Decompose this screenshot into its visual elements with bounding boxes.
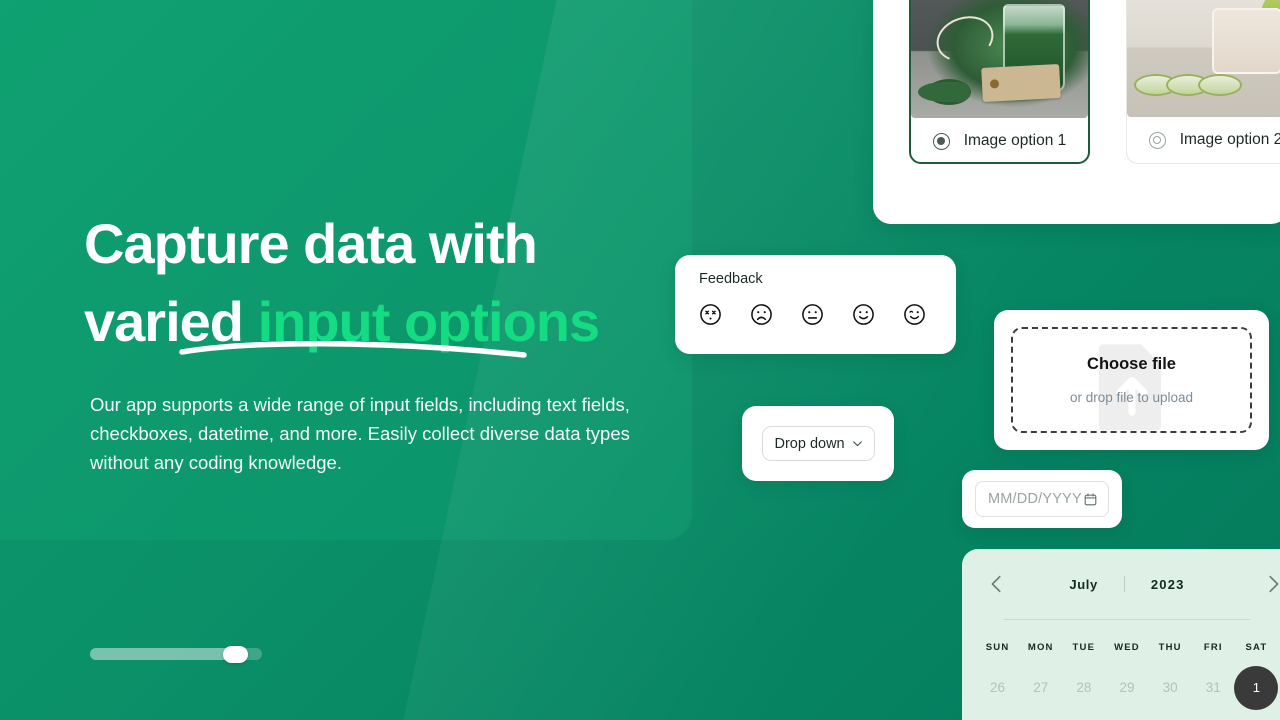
calendar-weekday: THU bbox=[1158, 642, 1182, 653]
chevron-left-icon[interactable] bbox=[986, 573, 1008, 595]
upload-file-icon bbox=[1098, 344, 1161, 431]
feedback-card: Feedback bbox=[675, 255, 956, 354]
image-option-2-thumbnail bbox=[1127, 0, 1280, 117]
hero-section: Capture data with varied input options O… bbox=[84, 205, 684, 473]
page-title: Capture data with varied input options bbox=[84, 205, 684, 361]
calendar-year-label[interactable]: 2023 bbox=[1151, 577, 1185, 592]
slider-fill bbox=[90, 648, 232, 660]
aloe-slice-decor bbox=[1197, 74, 1242, 97]
radio-icon[interactable] bbox=[932, 132, 950, 150]
radio-icon[interactable] bbox=[1148, 131, 1166, 149]
calendar-day[interactable]: 30 bbox=[1149, 680, 1192, 695]
calendar-day[interactable]: 28 bbox=[1062, 680, 1105, 695]
file-drop-zone[interactable]: Choose file or drop file to upload bbox=[1011, 327, 1252, 433]
calendar-day[interactable]: 27 bbox=[1019, 680, 1062, 695]
choose-file-label[interactable]: Choose file bbox=[1087, 355, 1176, 374]
image-option-2-label: Image option 2 bbox=[1179, 131, 1280, 148]
image-option-1-thumbnail bbox=[911, 0, 1088, 118]
calendar-weekday-row: SUN MON TUE WED THU FRI SAT bbox=[962, 642, 1280, 653]
image-options-card: Image option 1 Image option 2 bbox=[873, 0, 1280, 224]
string-decor bbox=[930, 8, 1000, 69]
dead-face-icon[interactable] bbox=[699, 303, 722, 326]
radio-dot-icon bbox=[937, 137, 946, 145]
calendar-day[interactable]: 26 bbox=[976, 680, 1019, 695]
chevron-down-icon[interactable] bbox=[851, 437, 864, 450]
sad-face-icon[interactable] bbox=[750, 303, 773, 326]
calendar-weekday: WED bbox=[1114, 642, 1140, 653]
calendar-day[interactable]: 29 bbox=[1105, 680, 1148, 695]
calendar-day-row: 26 27 28 29 30 31 1 bbox=[962, 665, 1280, 710]
calendar-header: July 2023 bbox=[962, 549, 1280, 619]
calendar-divider bbox=[1004, 619, 1250, 620]
calendar-weekday: SAT bbox=[1245, 642, 1268, 653]
calendar-widget: July 2023 SUN MON TUE WED THU FRI SAT 26… bbox=[962, 549, 1280, 720]
date-input-placeholder: MM/DD/YYYY bbox=[988, 491, 1082, 507]
radio-dot-icon bbox=[1153, 136, 1162, 144]
date-input-card: MM/DD/YYYY bbox=[962, 470, 1122, 528]
spirulina-tag-decor bbox=[980, 63, 1061, 103]
cream-jar-image bbox=[1211, 7, 1280, 74]
file-upload-card: Choose file or drop file to upload bbox=[994, 310, 1269, 450]
calendar-day[interactable]: 31 bbox=[1192, 680, 1235, 695]
image-option-1[interactable]: Image option 1 bbox=[909, 0, 1090, 164]
headline-line-2-plain: varied bbox=[84, 290, 258, 353]
date-input[interactable]: MM/DD/YYYY bbox=[975, 481, 1109, 517]
calendar-weekday: TUE bbox=[1072, 642, 1096, 653]
dropdown-select[interactable]: Drop down bbox=[761, 426, 875, 461]
image-option-1-label: Image option 1 bbox=[963, 132, 1067, 149]
calendar-weekday: FRI bbox=[1203, 642, 1223, 653]
spoon-decor bbox=[918, 81, 971, 102]
calendar-separator bbox=[1123, 576, 1125, 592]
image-option-2[interactable]: Image option 2 bbox=[1126, 0, 1280, 164]
dropdown-label: Drop down bbox=[774, 435, 845, 452]
hero-body-text: Our app supports a wide range of input f… bbox=[90, 394, 630, 473]
smile-face-icon[interactable] bbox=[852, 303, 875, 326]
calendar-icon[interactable] bbox=[1083, 492, 1098, 507]
range-slider[interactable] bbox=[90, 646, 262, 663]
page-root: Capture data with varied input options O… bbox=[0, 0, 1280, 720]
feedback-title: Feedback bbox=[699, 271, 763, 287]
slider-thumb[interactable] bbox=[223, 646, 248, 663]
neutral-face-icon[interactable] bbox=[801, 303, 824, 326]
happy-face-icon[interactable] bbox=[903, 303, 926, 326]
dropdown-card: Drop down bbox=[742, 406, 894, 481]
calendar-weekday: SUN bbox=[985, 642, 1010, 653]
calendar-day-selected-label: 1 bbox=[1234, 665, 1279, 710]
feedback-face-group bbox=[699, 303, 956, 326]
chevron-right-icon[interactable] bbox=[1262, 573, 1280, 595]
calendar-month-label[interactable]: July bbox=[1069, 577, 1097, 592]
headline-line-1: Capture data with bbox=[84, 212, 538, 275]
calendar-weekday: MON bbox=[1027, 642, 1054, 653]
calendar-day-selected[interactable]: 1 bbox=[1234, 665, 1279, 710]
image-option-1-row[interactable]: Image option 1 bbox=[932, 132, 1067, 150]
drop-file-hint: or drop file to upload bbox=[1069, 390, 1194, 405]
headline-accent: input options bbox=[257, 290, 601, 353]
image-option-2-row[interactable]: Image option 2 bbox=[1148, 131, 1280, 149]
